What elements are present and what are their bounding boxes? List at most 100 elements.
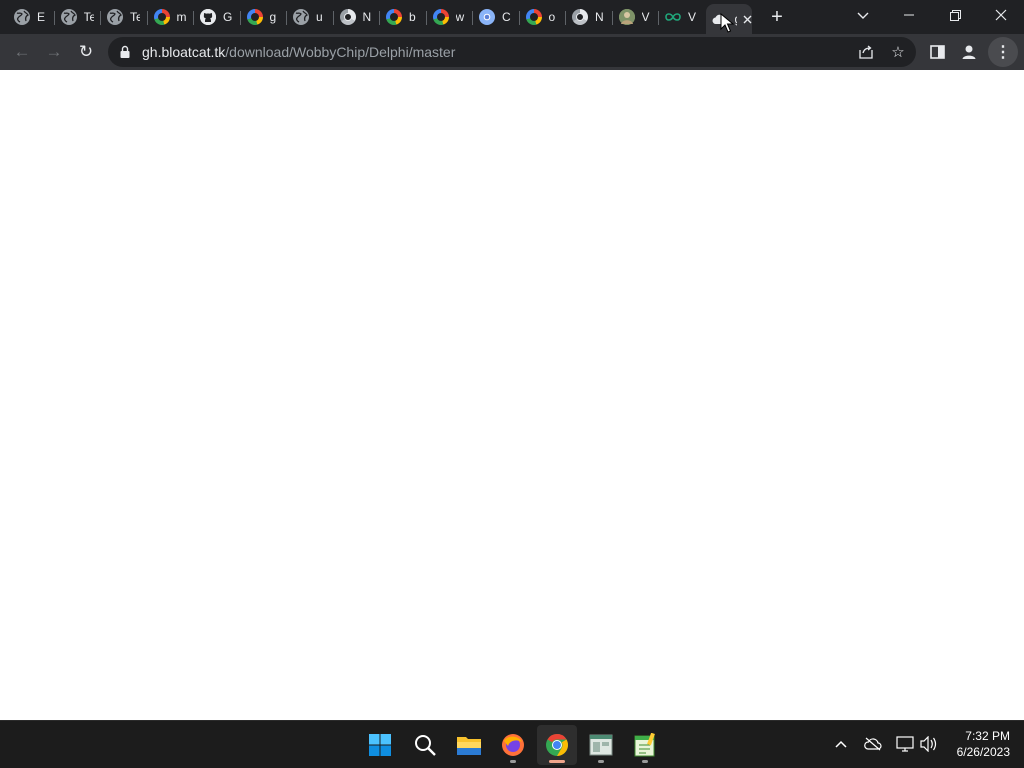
running-indicator — [642, 760, 648, 763]
windows-icon — [369, 734, 391, 756]
running-indicator — [510, 760, 516, 763]
google-icon — [153, 9, 170, 25]
firefox-icon — [502, 734, 524, 756]
chevron-up-icon — [835, 740, 847, 748]
tab-title: b — [409, 10, 416, 24]
tab-title: o — [548, 10, 556, 24]
folder-icon — [457, 737, 481, 755]
browser-tab[interactable]: g — [241, 4, 287, 30]
firefox-button[interactable] — [493, 725, 533, 765]
chrome-icon — [572, 9, 588, 25]
globe-icon — [14, 9, 30, 25]
search-button[interactable] — [405, 725, 445, 765]
browser-toolbar: ← → ↻ gh.bloatcat.tk/download/WobbyChip/… — [0, 34, 1024, 70]
close-icon — [995, 9, 1007, 21]
minimize-icon — [904, 14, 914, 16]
tab-title: E — [37, 10, 46, 24]
network-status[interactable] — [894, 733, 916, 755]
browser-tab[interactable]: C — [473, 4, 520, 30]
avatar-icon — [618, 9, 635, 25]
chrome-button[interactable] — [537, 725, 577, 765]
browser-tab[interactable]: u — [287, 4, 334, 30]
forward-button[interactable]: → — [41, 39, 67, 65]
tab-search-button[interactable] — [852, 5, 874, 27]
google-icon — [246, 9, 263, 25]
tab-title: C — [502, 10, 511, 24]
taskbar: 7:32 PM 6/26/2023 — [0, 720, 1024, 768]
active-indicator — [549, 760, 565, 763]
infinity-icon — [665, 9, 681, 25]
close-icon — [743, 15, 751, 23]
new-tab-button[interactable]: + — [766, 6, 788, 28]
tab-list: E Te Te m Gg u Nb w Co N V Vg — [8, 4, 752, 34]
chromium-icon — [479, 9, 495, 25]
address-bar[interactable]: gh.bloatcat.tk/download/WobbyChip/Delphi… — [108, 37, 916, 67]
url-path: /download/WobbyChip/Delphi/master — [225, 44, 456, 60]
browser-tab[interactable]: w — [427, 4, 473, 30]
bookmark-button[interactable]: ☆ — [888, 42, 908, 62]
system-clock[interactable]: 7:32 PM 6/26/2023 — [957, 728, 1010, 760]
chrome-icon — [546, 734, 568, 756]
tab-title: u — [316, 10, 323, 24]
browser-tab[interactable]: b — [380, 4, 427, 30]
tab-title: m — [176, 10, 187, 24]
close-window-button[interactable] — [978, 0, 1024, 30]
close-tab-button[interactable] — [743, 12, 752, 27]
window-icon — [589, 734, 613, 756]
share-icon — [859, 45, 873, 59]
reload-icon: ↻ — [78, 42, 94, 61]
reload-button[interactable]: ↻ — [73, 39, 99, 65]
running-indicator — [598, 760, 604, 763]
volume-icon — [920, 736, 937, 752]
onedrive-status[interactable] — [862, 733, 884, 755]
chrome-menu-button[interactable]: ⋮ — [988, 37, 1018, 67]
browser-tab[interactable]: V — [613, 4, 659, 30]
chevron-down-icon — [857, 12, 869, 19]
clock-date: 6/26/2023 — [956, 745, 1010, 759]
page-content[interactable] — [0, 70, 1024, 720]
tab-title: V — [641, 10, 650, 24]
cloud-off-icon — [864, 737, 882, 751]
plus-icon: + — [771, 6, 783, 28]
start-button[interactable] — [360, 725, 400, 765]
back-button[interactable]: ← — [9, 39, 35, 65]
browser-tab[interactable]: G — [194, 4, 241, 30]
browser-tab[interactable]: N — [566, 4, 613, 30]
tab-title: g — [269, 10, 277, 24]
file-explorer-button[interactable] — [449, 725, 489, 765]
browser-tab[interactable]: N — [334, 4, 380, 30]
browser-tab[interactable]: o — [520, 4, 566, 30]
tab-title: Te — [83, 10, 94, 24]
google-icon — [432, 9, 449, 25]
browser-tab[interactable]: E — [8, 4, 55, 30]
more-vert-icon: ⋮ — [995, 44, 1011, 61]
globe-icon — [60, 9, 77, 25]
browser-tab[interactable]: m — [148, 4, 194, 30]
globe-icon — [107, 9, 123, 25]
share-button[interactable] — [856, 42, 876, 62]
tab-title: g — [735, 12, 737, 26]
url-text[interactable]: gh.bloatcat.tk/download/WobbyChip/Delphi… — [142, 44, 455, 60]
browser-tab[interactable]: V — [659, 4, 706, 30]
browser-tab[interactable]: Te — [55, 4, 101, 30]
side-panel-icon — [929, 45, 945, 59]
volume-button[interactable] — [918, 733, 940, 755]
globe-icon — [293, 9, 309, 25]
tab-title: N — [595, 10, 604, 24]
tab-title: G — [223, 10, 233, 24]
url-host: gh.bloatcat.tk — [142, 44, 226, 60]
notepad-button[interactable] — [625, 725, 665, 765]
restore-button[interactable] — [932, 0, 978, 30]
profile-button[interactable] — [958, 41, 980, 63]
show-hidden-icons-button[interactable] — [830, 733, 852, 755]
lock-icon[interactable] — [118, 45, 132, 59]
browser-tab[interactable]: Te — [101, 4, 148, 30]
restore-icon — [949, 9, 961, 21]
tab-title: V — [688, 10, 697, 24]
tab-title: Te — [130, 10, 140, 24]
side-panel-button[interactable] — [926, 41, 948, 63]
clock-time: 7:32 PM — [965, 729, 1010, 743]
search-icon — [415, 735, 436, 756]
minimize-button[interactable] — [886, 0, 932, 30]
app-window-button[interactable] — [581, 725, 621, 765]
